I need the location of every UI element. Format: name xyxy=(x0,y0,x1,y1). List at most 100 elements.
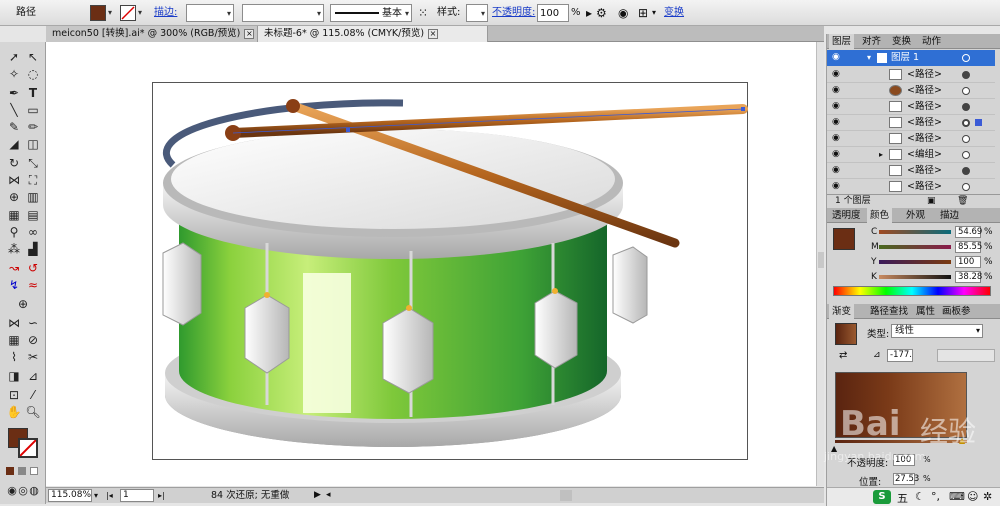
selection-tool-icon[interactable]: ➚ xyxy=(5,48,23,66)
hand-tool-icon[interactable]: ✋ xyxy=(5,403,23,421)
zoom-dropdown-icon[interactable]: ▾ xyxy=(94,488,98,503)
ime-mode-icon[interactable]: 五 xyxy=(897,490,908,506)
transform-link[interactable]: 变换 xyxy=(664,4,684,22)
yellow-slider[interactable]: Y 100% xyxy=(871,256,997,268)
style-picker[interactable]: ▾ xyxy=(466,4,488,22)
gradient-location-input[interactable]: 27.53 xyxy=(893,473,919,485)
rectangle-tool-icon[interactable]: ▭ xyxy=(24,101,42,119)
magenta-value[interactable]: 85.55 xyxy=(955,241,982,253)
shape-builder-icon[interactable]: ⊕ xyxy=(5,188,23,206)
artboard-tool-icon[interactable]: ▦ xyxy=(5,331,23,349)
bezier-icon[interactable]: ∽ xyxy=(24,314,42,332)
target-icon[interactable] xyxy=(962,183,970,191)
tab-color[interactable]: 颜色 xyxy=(867,208,893,223)
knife-icon[interactable]: ⁄ xyxy=(24,386,42,404)
width-tool-icon[interactable]: ⋈ xyxy=(5,171,23,189)
new-layer-icon[interactable]: ▣ xyxy=(927,195,936,207)
ime-logo-icon[interactable]: S xyxy=(873,490,891,504)
gradient-tool-icon[interactable]: ▤ xyxy=(24,206,42,224)
mesh-tool-icon[interactable]: ▦ xyxy=(5,206,23,224)
next-page-icon[interactable]: ▸| xyxy=(158,488,165,503)
reference-point-icon[interactable]: ⊕ xyxy=(14,295,32,313)
layer-row[interactable]: ◉ <路径> xyxy=(827,131,995,147)
stroke-color-swatch[interactable] xyxy=(18,438,38,458)
reverse-gradient-icon[interactable]: ⇄ xyxy=(839,350,847,361)
page-field[interactable]: 1 xyxy=(120,489,154,502)
user-icon[interactable]: ☺ xyxy=(967,490,978,503)
target-icon[interactable] xyxy=(962,119,970,127)
opacity-link[interactable]: 不透明度: xyxy=(492,4,535,22)
opacity-input[interactable]: 100 xyxy=(537,4,569,22)
warp-tool-icon[interactable]: ↝ xyxy=(5,259,23,277)
gradient-slider[interactable] xyxy=(835,440,967,443)
stroke-swatch[interactable]: ▾ xyxy=(120,4,146,22)
none-mode-icon[interactable] xyxy=(30,467,38,475)
scale-tool-icon[interactable]: ⤡ xyxy=(24,154,42,172)
keyboard-icon[interactable]: ⌨ xyxy=(949,490,965,503)
eye-icon[interactable]: ◉ xyxy=(832,150,841,159)
tab-gradient[interactable]: 渐变 xyxy=(829,304,855,319)
brush-definition-field[interactable]: 基本 ▾ xyxy=(330,4,412,22)
blend-tool-icon[interactable]: ∞ xyxy=(24,223,42,241)
close-icon[interactable]: × xyxy=(428,28,439,39)
eye-icon[interactable]: ◉ xyxy=(832,53,841,62)
perspective-grid-icon[interactable]: ▥ xyxy=(24,188,42,206)
eraser-icon[interactable]: ◫ xyxy=(24,135,42,153)
color-mode-icon[interactable] xyxy=(6,467,14,475)
tab-artboards[interactable]: 画板参 xyxy=(939,304,974,319)
scroll-left-icon[interactable]: ◂ xyxy=(326,488,331,503)
tool-icon[interactable]: ✲ xyxy=(983,490,992,503)
chevron-down-icon[interactable]: ▾ xyxy=(652,4,656,22)
fill-swatch[interactable]: ▾ xyxy=(90,4,116,22)
tab-transform[interactable]: 变换 xyxy=(889,34,914,49)
punct-icon[interactable]: °, xyxy=(931,490,940,503)
tab-attributes[interactable]: 属性 xyxy=(913,304,938,319)
scroll-thumb[interactable] xyxy=(818,252,824,268)
artboard[interactable] xyxy=(152,82,748,460)
first-page-icon[interactable]: |◂ xyxy=(106,488,113,503)
tab-layers[interactable]: 图层 xyxy=(829,34,855,49)
tab-appearance[interactable]: 外观 xyxy=(903,208,928,223)
pen-tool-icon[interactable]: ✒ xyxy=(5,84,23,102)
pencil-icon[interactable]: ✏ xyxy=(24,118,42,136)
target-icon[interactable] xyxy=(962,71,970,79)
zoom-tool-icon[interactable]: 🔍︎ xyxy=(24,403,42,421)
target-icon[interactable] xyxy=(962,103,970,111)
lasso-icon[interactable]: ◌ xyxy=(24,65,42,83)
tab-untitled-6[interactable]: 未标题-6* @ 115.08% (CMYK/预览) × xyxy=(258,26,488,42)
aspect-ratio-input[interactable] xyxy=(937,349,995,362)
tab-transparency[interactable]: 透明度 xyxy=(829,208,864,223)
gradient-stop-icon[interactable]: ▲ xyxy=(959,436,965,445)
graph-icon[interactable]: ⌇ xyxy=(5,348,23,366)
layer-row[interactable]: ◉ <路径> xyxy=(827,115,995,131)
measure-icon[interactable]: ⊿ xyxy=(24,367,42,385)
close-icon[interactable]: × xyxy=(244,28,255,39)
drum-artwork[interactable] xyxy=(153,83,749,461)
target-icon[interactable] xyxy=(962,54,970,62)
delete-layer-icon[interactable]: 🗑︎ xyxy=(957,195,968,207)
tab-actions[interactable]: 动作 xyxy=(919,34,944,49)
target-icon[interactable] xyxy=(962,87,970,95)
pucker-tool-icon[interactable]: ↯ xyxy=(5,276,23,294)
gradient-opacity-input[interactable]: 100 xyxy=(893,454,915,466)
scissors-icon[interactable]: ✂ xyxy=(24,348,42,366)
layer-1-row[interactable]: ◉ ▾ 图层 1 xyxy=(827,50,995,66)
twirl-tool-icon[interactable]: ↺ xyxy=(24,259,42,277)
cyan-value[interactable]: 54.69 xyxy=(955,226,982,238)
magenta-slider[interactable]: M 85.55% xyxy=(871,241,997,253)
angle-input[interactable]: -177. xyxy=(887,349,913,362)
arrow-menu-icon[interactable]: ▸ xyxy=(586,4,592,22)
expand-icon[interactable]: ▾ xyxy=(867,50,871,66)
grid-icon[interactable]: ⊞ xyxy=(638,4,648,22)
paintbrush-icon[interactable]: ✎ xyxy=(5,118,23,136)
yellow-value[interactable]: 100 xyxy=(955,256,981,268)
eye-icon[interactable]: ◉ xyxy=(832,70,841,79)
target-icon[interactable] xyxy=(962,135,970,143)
black-slider[interactable]: K 38.28% xyxy=(871,271,997,283)
cyan-slider[interactable]: C 54.69% xyxy=(871,226,997,238)
gradient-stop-icon[interactable]: ▲ xyxy=(831,444,837,453)
layer-row[interactable]: ◉ ▸ <编组> xyxy=(827,147,995,163)
eye-icon[interactable]: ◉ xyxy=(832,166,841,175)
blob-brush-icon[interactable]: ◢ xyxy=(5,135,23,153)
eye-icon[interactable]: ◉ xyxy=(832,134,841,143)
